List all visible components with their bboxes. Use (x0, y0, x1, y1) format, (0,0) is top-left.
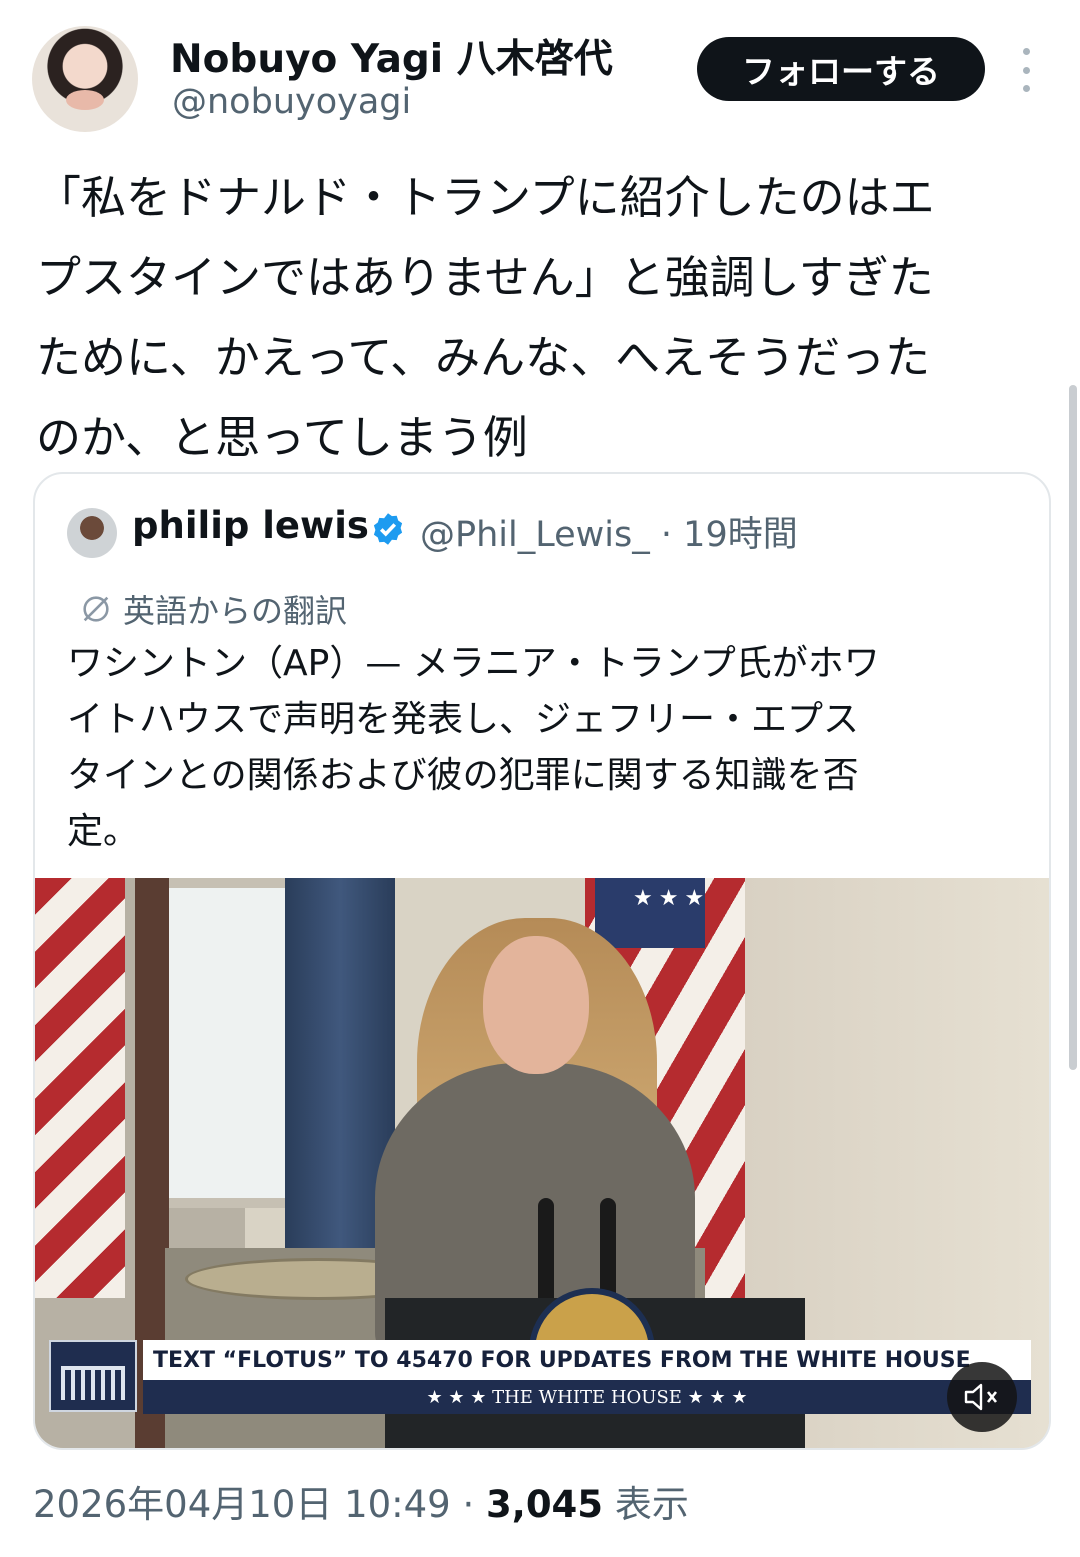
translation-label[interactable]: 英語からの翻訳 (79, 586, 347, 632)
tweet-text-line: 「私をドナルド・トランプに紹介したのはエ (36, 171, 935, 224)
tweet-text-line: プスタインではありません」と強調しすぎた (36, 251, 934, 304)
author-handle[interactable]: @nobuyoyagi (172, 82, 411, 122)
quoted-author-name: philip lewis (132, 504, 369, 547)
scrollbar[interactable] (1069, 385, 1077, 1070)
more-options-icon[interactable] (1016, 48, 1036, 92)
microphone (538, 1198, 554, 1308)
translate-icon (83, 596, 109, 622)
tweet-text-line: ために、かえって、みんな、へえそうだった (36, 331, 931, 384)
flag-left (35, 878, 125, 1298)
view-count: 3,045 (486, 1483, 604, 1526)
mute-icon[interactable] (947, 1362, 1017, 1432)
tweet-date[interactable]: 2026年04月10日 10:49 (33, 1483, 451, 1526)
video-subbanner-text: ★ ★ ★ THE WHITE HOUSE ★ ★ ★ (143, 1380, 1031, 1414)
quoted-tweet-card[interactable]: philip lewis @Phil_Lewis_ · 19時間 英語からの翻訳… (33, 472, 1051, 1450)
tweet-text-line: のか、と思ってしまう例 (36, 411, 528, 464)
video-media[interactable]: ★★★ TEXT “FLOTUS” TO 45470 FOR UPDATES F… (35, 878, 1049, 1448)
quoted-text-line: ワシントン（AP）— メラニア・トランプ氏がホワ (67, 643, 880, 684)
follow-button[interactable]: フォローする (697, 37, 985, 101)
quoted-author-avatar[interactable] (67, 508, 117, 558)
white-house-logo-icon (49, 1340, 137, 1412)
quoted-text-line: イトハウスで声明を発表し、ジェフリー・エプス (67, 699, 860, 740)
time-separator: · (660, 515, 673, 555)
author-name[interactable]: Nobuyo Yagi 八木啓代 (170, 28, 613, 84)
quoted-handle-time: @Phil_Lewis_ · 19時間 (420, 506, 798, 557)
view-label: 表示 (614, 1483, 689, 1526)
quoted-text-line: 定。 (67, 811, 140, 852)
quoted-author-handle: @Phil_Lewis_ (420, 515, 650, 555)
verified-badge-icon (373, 513, 403, 545)
translation-label-text: 英語からの翻訳 (123, 592, 348, 630)
tweet-header: Nobuyo Yagi 八木啓代 @nobuyoyagi フォローする (0, 0, 1080, 140)
tweet-meta: 2026年04月10日 10:49 · 3,045 表示 (33, 1474, 689, 1528)
meta-separator: · (462, 1483, 475, 1526)
stars-icon: ★★★ (633, 886, 711, 911)
quoted-time: 19時間 (683, 515, 798, 555)
author-avatar[interactable] (32, 26, 138, 132)
tweet-text: 「私をドナルド・トランプに紹介したのはエ プスタインではありません」と強調しすぎ… (36, 158, 1046, 478)
quoted-text: ワシントン（AP）— メラニア・トランプ氏がホワ イトハウスで声明を発表し、ジェ… (67, 636, 1017, 860)
quoted-text-line: タインとの関係および彼の犯罪に関する知識を否 (67, 755, 859, 796)
video-banner-text: TEXT “FLOTUS” TO 45470 FOR UPDATES FROM … (143, 1340, 1031, 1380)
speaker-face (483, 936, 589, 1074)
